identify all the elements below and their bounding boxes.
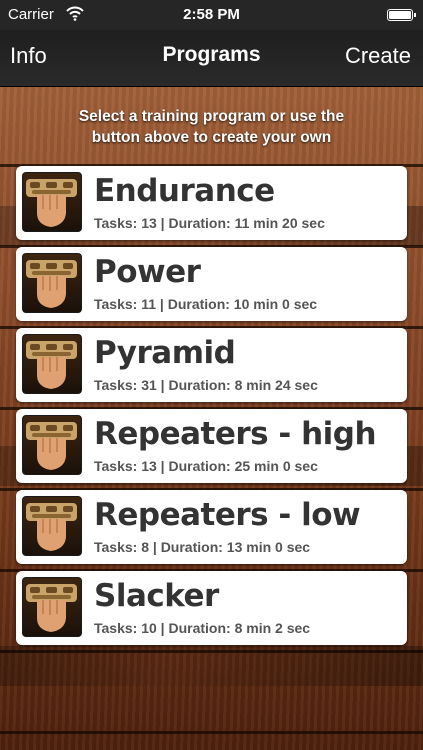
- status-time: 2:58 PM: [183, 6, 240, 23]
- program-meta: Tasks: 8 | Duration: 13 min 0 sec: [94, 539, 311, 555]
- program-meta: Tasks: 11 | Duration: 10 min 0 sec: [94, 296, 318, 312]
- program-name: Repeaters - high: [94, 416, 377, 452]
- program-meta: Tasks: 13 | Duration: 25 min 0 sec: [94, 458, 318, 474]
- program-card[interactable]: Endurance Tasks: 13 | Duration: 11 min 2…: [16, 166, 407, 240]
- program-card[interactable]: Repeaters - high Tasks: 13 | Duration: 2…: [16, 409, 407, 483]
- instruction-line-2: button above to create your own: [91, 129, 332, 146]
- program-card[interactable]: Pyramid Tasks: 31 | Duration: 8 min 24 s…: [16, 328, 407, 402]
- status-bar: Carrier 2:58 PM: [0, 0, 423, 30]
- program-name: Endurance: [94, 173, 275, 209]
- instruction-line-1: Select a training program or use the: [78, 108, 345, 125]
- program-meta: Tasks: 31 | Duration: 8 min 24 sec: [94, 377, 318, 393]
- hangboard-hand-icon: [22, 496, 82, 556]
- program-name: Repeaters - low: [94, 497, 361, 533]
- hangboard-hand-icon: [22, 172, 82, 232]
- instruction-text: Select a training program or use the but…: [0, 106, 423, 148]
- program-name: Slacker: [94, 578, 219, 614]
- program-card[interactable]: Slacker Tasks: 10 | Duration: 8 min 2 se…: [16, 571, 407, 645]
- program-card[interactable]: Power Tasks: 11 | Duration: 10 min 0 sec: [16, 247, 407, 321]
- hangboard-hand-icon: [22, 334, 82, 394]
- program-name: Pyramid: [94, 335, 236, 371]
- wood-plank-shade: [0, 646, 423, 686]
- program-card[interactable]: Repeaters - low Tasks: 8 | Duration: 13 …: [16, 490, 407, 564]
- hangboard-hand-icon: [22, 415, 82, 475]
- hangboard-hand-icon: [22, 253, 82, 313]
- program-meta: Tasks: 10 | Duration: 8 min 2 sec: [94, 620, 311, 636]
- navigation-bar: Info Programs Create: [0, 30, 423, 87]
- create-button[interactable]: Create: [345, 43, 411, 69]
- hangboard-hand-icon: [22, 577, 82, 637]
- battery-icon: [387, 9, 416, 21]
- program-list: Endurance Tasks: 13 | Duration: 11 min 2…: [16, 166, 407, 652]
- program-meta: Tasks: 13 | Duration: 11 min 20 sec: [94, 215, 325, 231]
- program-name: Power: [94, 254, 201, 290]
